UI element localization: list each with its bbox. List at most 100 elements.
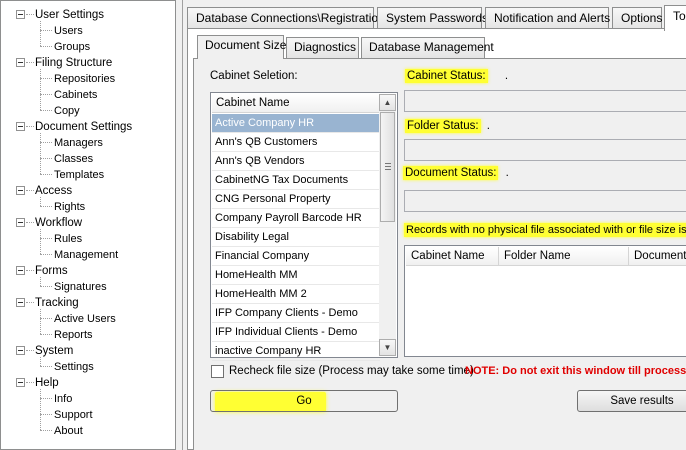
tree-item-repositories[interactable]: Repositories [1,71,171,87]
tree-item-info[interactable]: Info [1,391,171,407]
cabinet-list-item[interactable]: Financial Company [212,247,380,266]
tree-item-reports[interactable]: Reports [1,327,171,343]
tree-connector [26,302,34,303]
tree-item-users[interactable]: Users [1,23,171,39]
tree-item-management[interactable]: Management [1,247,171,263]
tree-connector [40,389,41,430]
cabinet-listbox[interactable]: Cabinet Name Active Company HR Ann's QB C… [210,92,398,361]
tree-item-label: Groups [54,41,91,53]
tree-node-label: Document Settings [35,121,133,133]
tree-item-templates[interactable]: Templates [1,167,171,183]
tree-item-label: Support [54,409,93,421]
tree-node-help[interactable]: Help [1,375,171,391]
tree-connector [40,30,52,31]
tree-node-tracking[interactable]: Tracking [1,295,171,311]
collapse-icon[interactable] [16,266,25,275]
cabinet-list-scrollbar[interactable]: ▲ ▼ [379,94,396,356]
tree-item-classes[interactable]: Classes [1,151,171,167]
tree-connector [40,366,52,367]
tree-connector [40,309,41,334]
cabinet-list-item[interactable]: CabinetNG Tax Documents [212,171,380,190]
tree-item-label: Rules [54,233,83,245]
tree-item-label: Templates [54,169,105,181]
main-area: Database Connections\Registration System… [182,0,686,450]
cabinet-name-column-header[interactable]: Cabinet Name [212,94,380,113]
tree-node-label: User Settings [35,9,105,21]
cabinet-list-item[interactable]: Disability Legal [212,228,380,247]
tree-node-label: Help [35,377,59,389]
tree-item-copy[interactable]: Copy [1,103,171,119]
tree-item-about[interactable]: About [1,423,171,439]
folder-status-value: . [486,120,490,132]
cabinet-list-item[interactable]: inactive Company HR [212,342,380,361]
tab-notification-alerts[interactable]: Notification and Alerts [485,7,610,29]
tab-system-passwords[interactable]: System Passwords [377,7,488,29]
tab-options[interactable]: Options [612,7,662,29]
cabinet-list-item[interactable]: Ann's QB Vendors [212,152,380,171]
tree-item-rules[interactable]: Rules [1,231,171,247]
tree-connector [40,334,52,335]
tree-item-managers[interactable]: Managers [1,135,171,151]
tree-connector [26,382,34,383]
cabinet-list-item[interactable]: HomeHealth MM [212,266,380,285]
tree-item-cabinets[interactable]: Cabinets [1,87,171,103]
collapse-icon[interactable] [16,10,25,19]
tree-connector [40,21,41,46]
tab-tools[interactable]: Tools [664,5,686,31]
tree-item-rights[interactable]: Rights [1,199,171,215]
tree-node-system[interactable]: System [1,343,171,359]
tree-item-groups[interactable]: Groups [1,39,171,55]
scroll-up-icon[interactable]: ▲ [379,94,396,111]
subtab-diagnostics[interactable]: Diagnostics [286,37,359,58]
tree-connector [26,190,34,191]
tree-item-label: Signatures [54,281,107,293]
tree-item-signatures[interactable]: Signatures [1,279,171,295]
cabinet-list-item[interactable]: CNG Personal Property [212,190,380,209]
tree-connector [40,94,52,95]
tree-item-active-users[interactable]: Active Users [1,311,171,327]
go-button[interactable]: Go [210,390,398,412]
tree-node-workflow[interactable]: Workflow [1,215,171,231]
scroll-thumb[interactable] [380,112,395,222]
tree-item-label: Settings [54,361,94,373]
tree-connector [26,126,34,127]
recheck-file-size-checkbox[interactable] [211,365,224,378]
grid-col-document[interactable]: Document [629,247,686,266]
collapse-icon[interactable] [16,58,25,67]
document-status-label: Document Status: . [403,166,509,180]
tree-node-filing-structure[interactable]: Filing Structure [1,55,171,71]
cabinet-list-item[interactable]: IFP Individual Clients - Demo [212,323,380,342]
tree-connector [40,78,52,79]
tree-node-document-settings[interactable]: Document Settings [1,119,171,135]
tree-node-user-settings[interactable]: User Settings [1,7,171,23]
save-results-button[interactable]: Save results [577,390,686,412]
collapse-icon[interactable] [16,298,25,307]
tree-item-settings[interactable]: Settings [1,359,171,375]
tab-database-connections[interactable]: Database Connections\Registration [187,7,385,29]
cabinet-list-item[interactable]: Active Company HR [212,114,380,133]
scroll-down-icon[interactable]: ▼ [379,339,396,356]
tree-connector [40,238,52,239]
folder-status-label: Folder Status: . [405,119,490,133]
grid-col-folder-name[interactable]: Folder Name [499,247,629,266]
tree-connector [40,318,52,319]
document-size-panel: Cabinet Seletion: Cabinet Name Active Co… [193,58,686,450]
collapse-icon[interactable] [16,218,25,227]
tree-connector [40,357,41,366]
collapse-icon[interactable] [16,378,25,387]
document-status-text: Document Status: [403,166,499,180]
tree-node-access[interactable]: Access [1,183,171,199]
subtab-database-management[interactable]: Database Management [361,37,494,58]
collapse-icon[interactable] [16,122,25,131]
collapse-icon[interactable] [16,346,25,355]
cabinet-list-item[interactable]: HomeHealth MM 2 [212,285,380,304]
tree-node-forms[interactable]: Forms [1,263,171,279]
tree-item-support[interactable]: Support [1,407,171,423]
cabinet-list-item[interactable]: IFP Company Clients - Demo [212,304,380,323]
cabinet-list-item[interactable]: Ann's QB Customers [212,133,380,152]
cabinet-list-item[interactable]: Company Payroll Barcode HR [212,209,380,228]
grid-col-cabinet-name[interactable]: Cabinet Name [406,247,499,266]
subtab-document-size[interactable]: Document Size [197,35,286,59]
records-grid[interactable]: Cabinet Name Folder Name Document [404,245,686,357]
collapse-icon[interactable] [16,186,25,195]
